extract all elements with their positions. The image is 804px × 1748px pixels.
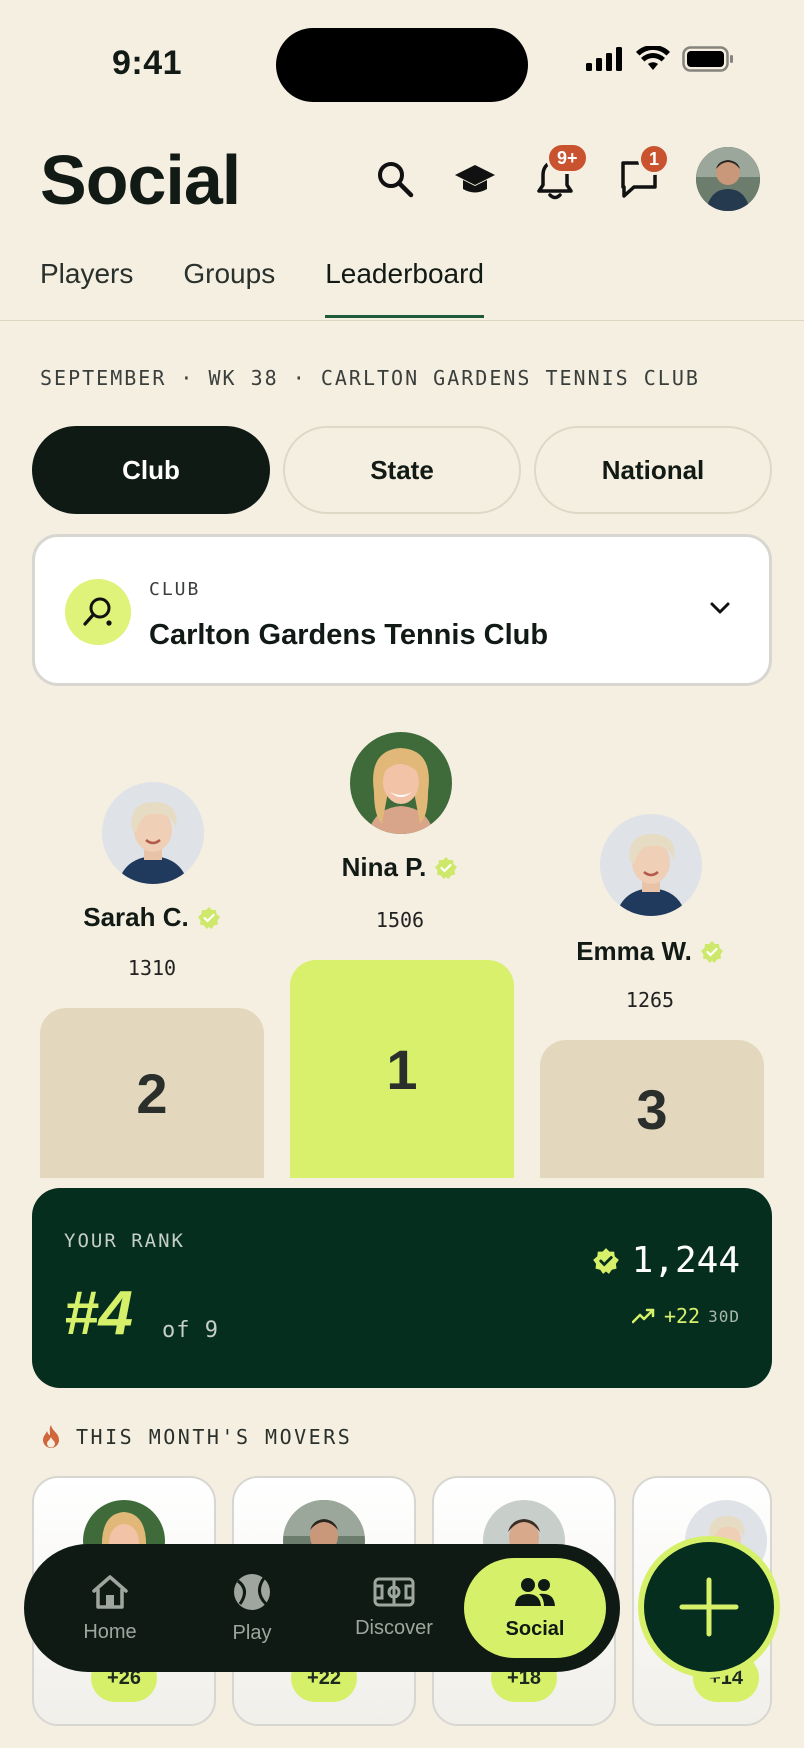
tennis-ball-icon [234, 1573, 270, 1610]
create-fab[interactable] [638, 1536, 780, 1678]
player-name: Sarah C. [83, 902, 189, 932]
podium-name-1: Nina P. [280, 852, 520, 883]
verified-icon [700, 940, 723, 963]
leaderboard-context: SEPTEMBER · WK 38 · CARLTON GARDENS TENN… [40, 366, 700, 390]
scope-segmented-control: Club State National [32, 426, 772, 514]
your-rank-total: of 9 [162, 1318, 219, 1343]
tab-players[interactable]: Players [40, 258, 133, 318]
avatar-image [102, 782, 204, 884]
your-rank-card[interactable]: YOUR RANK #4 of 9 1,244 +22 30D [32, 1188, 772, 1388]
signal-icon [586, 47, 622, 71]
your-rank-value: #4 [64, 1279, 133, 1348]
profile-avatar[interactable] [696, 147, 760, 211]
podium-avatar-1[interactable] [350, 732, 452, 834]
your-rank-score: 1,244 [592, 1240, 740, 1281]
status-icons [586, 46, 734, 72]
messages-badge: 1 [638, 143, 671, 175]
podium-name-2: Sarah C. [32, 902, 272, 933]
club-selector[interactable]: CLUB Carlton Gardens Tennis Club [32, 534, 772, 686]
verified-icon [197, 906, 220, 929]
search-button[interactable] [372, 156, 418, 202]
club-selector-label: CLUB [149, 579, 201, 600]
movers-section-title: THIS MONTH'S MOVERS [40, 1424, 352, 1450]
tennis-racket-icon [83, 597, 112, 626]
rating-value: 1,244 [631, 1240, 740, 1281]
plus-icon [679, 1577, 739, 1637]
your-rank-label: YOUR RANK [64, 1230, 185, 1252]
flame-icon [43, 1425, 59, 1448]
nav-discover-label: Discover [355, 1616, 433, 1639]
player-name: Emma W. [576, 936, 692, 966]
podium-score-2: 1310 [127, 956, 177, 980]
delta-value: +22 [663, 1304, 701, 1328]
search-icon [378, 162, 414, 198]
club-selector-value: Carlton Gardens Tennis Club [149, 619, 549, 651]
nav-home[interactable]: Home [40, 1558, 180, 1658]
bottom-nav: Home Play Discover Social [24, 1544, 620, 1672]
tabs-divider [0, 320, 804, 321]
movers-title-text: THIS MONTH'S MOVERS [76, 1425, 353, 1449]
segment-national[interactable]: National [534, 426, 772, 514]
battery-icon [682, 46, 733, 72]
page-title: Social [40, 141, 241, 219]
podium-block-3: 3 [540, 1040, 764, 1178]
podium-score-3: 1265 [625, 988, 675, 1012]
court-icon [373, 1577, 415, 1606]
tab-leaderboard[interactable]: Leaderboard [325, 258, 484, 318]
tab-groups[interactable]: Groups [183, 258, 275, 318]
nav-discover[interactable]: Discover [324, 1558, 464, 1658]
status-time: 9:41 [112, 44, 183, 82]
verified-icon [435, 856, 458, 879]
nav-home-label: Home [83, 1620, 137, 1643]
nav-play[interactable]: Play [182, 1558, 322, 1658]
tab-bar: Players Groups Leaderboard [40, 258, 484, 318]
segment-club[interactable]: Club [32, 426, 270, 514]
chevron-down-icon [710, 602, 730, 614]
podium-avatar-3[interactable] [600, 814, 702, 916]
avatar-image [696, 147, 760, 211]
nav-play-label: Play [232, 1621, 272, 1644]
wifi-icon [636, 46, 670, 70]
podium-block-2: 2 [40, 1008, 264, 1178]
podium-avatar-2[interactable] [102, 782, 204, 884]
avatar-image [350, 732, 452, 834]
graduation-cap-icon [455, 165, 495, 193]
delta-period: 30D [708, 1306, 740, 1326]
learn-button[interactable] [452, 156, 498, 202]
player-name: Nina P. [341, 852, 427, 882]
nav-social-label: Social [505, 1617, 565, 1640]
nav-social[interactable]: Social [464, 1558, 606, 1658]
podium-block-1: 1 [290, 960, 514, 1178]
club-badge [65, 579, 131, 645]
podium-name-3: Emma W. [530, 936, 770, 967]
dynamic-island [276, 28, 528, 102]
segment-state[interactable]: State [283, 426, 521, 514]
people-icon [515, 1577, 555, 1606]
your-rank-delta: +22 30D [631, 1304, 740, 1328]
notifications-badge: 9+ [546, 142, 589, 174]
verified-icon [592, 1247, 619, 1274]
podium-score-1: 1506 [375, 908, 425, 932]
avatar-image [600, 814, 702, 916]
home-icon [92, 1574, 128, 1609]
trending-up-icon [631, 1308, 655, 1324]
